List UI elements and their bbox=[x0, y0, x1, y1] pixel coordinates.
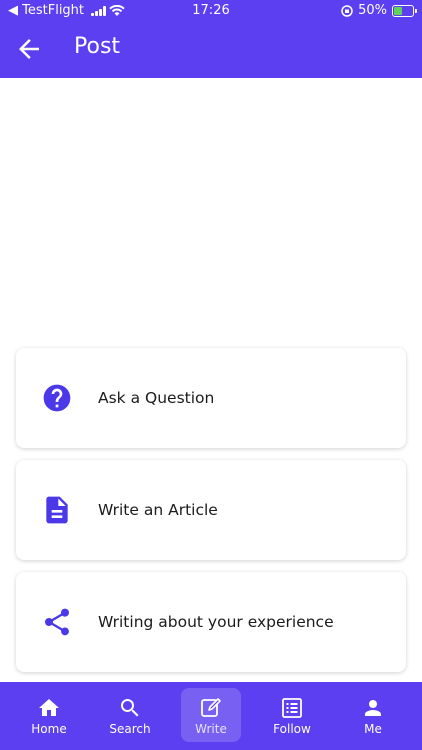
nav-follow[interactable]: Follow bbox=[262, 688, 322, 742]
nav-search[interactable]: Search bbox=[100, 688, 160, 742]
battery-icon bbox=[392, 4, 417, 17]
article-icon bbox=[41, 494, 73, 526]
nav-follow-label: Follow bbox=[273, 722, 311, 736]
write-article-label: Write an Article bbox=[98, 501, 218, 519]
nav-me-label: Me bbox=[364, 722, 382, 736]
search-icon bbox=[121, 699, 139, 717]
status-bar: ◀ TestFlight 17:26 50% bbox=[0, 0, 422, 22]
page-title: Post bbox=[74, 34, 121, 59]
ask-question-label: Ask a Question bbox=[98, 389, 215, 407]
arrow-left-icon[interactable] bbox=[14, 34, 44, 64]
nav-search-label: Search bbox=[109, 722, 151, 736]
list-icon bbox=[282, 698, 302, 718]
person-icon bbox=[365, 700, 381, 716]
writing-experience-label: Writing about your experience bbox=[98, 613, 334, 631]
status-right: 50% bbox=[341, 3, 417, 18]
nav-me[interactable]: Me bbox=[343, 688, 403, 742]
bottom-navigation: Home Search Write Follow Me bbox=[0, 682, 422, 750]
writing-experience-card[interactable]: Writing about your experience bbox=[16, 572, 406, 672]
home-icon bbox=[39, 699, 59, 716]
nav-home[interactable]: Home bbox=[19, 688, 79, 742]
nav-write[interactable]: Write bbox=[181, 688, 241, 742]
nav-write-label: Write bbox=[195, 722, 227, 736]
orientation-lock-icon bbox=[341, 4, 353, 17]
app-header: Post bbox=[0, 22, 422, 78]
ask-question-card[interactable]: Ask a Question bbox=[16, 348, 406, 448]
nav-home-label: Home bbox=[31, 722, 67, 736]
edit-icon bbox=[201, 698, 221, 717]
battery-fill bbox=[394, 6, 402, 15]
question-circle-icon bbox=[41, 382, 73, 414]
top-app-bar: ◀ TestFlight 17:26 50% Post bbox=[0, 0, 422, 78]
write-article-card[interactable]: Write an Article bbox=[16, 460, 406, 560]
share-icon bbox=[41, 606, 73, 638]
battery-percent: 50% bbox=[358, 3, 387, 18]
